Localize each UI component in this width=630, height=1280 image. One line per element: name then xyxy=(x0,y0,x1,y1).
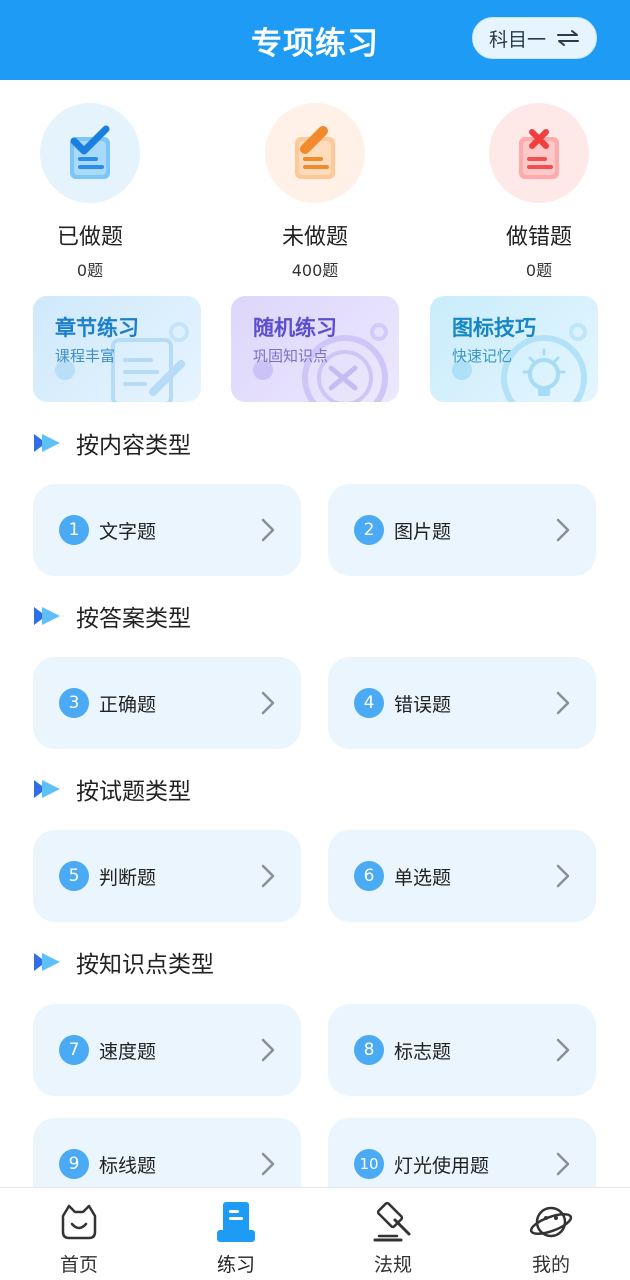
sign-tips-subtitle: 快速记忆 xyxy=(452,347,513,365)
random-practice-title: 随机练习 xyxy=(253,316,337,340)
item-text-questions[interactable]: 1 文字题 xyxy=(33,484,301,576)
section-play-icon xyxy=(34,780,60,798)
item-number-badge: 10 xyxy=(354,1149,384,1179)
random-practice-card[interactable]: 随机练习 巩固知识点 xyxy=(231,296,399,402)
section-question-type: 按试题类型 xyxy=(32,774,191,805)
nav-practice-label: 练习 xyxy=(216,1254,255,1276)
item-image-questions[interactable]: 2 图片题 xyxy=(328,484,596,576)
item-sign-questions[interactable]: 8 标志题 xyxy=(328,1004,596,1096)
done-icon xyxy=(40,103,140,203)
section-title: 按答案类型 xyxy=(76,606,191,632)
item-speed-questions[interactable]: 7 速度题 xyxy=(33,1004,301,1096)
undone-icon xyxy=(265,103,365,203)
nav-profile-label: 我的 xyxy=(531,1254,570,1276)
sign-tips-card[interactable]: 图标技巧 快速记忆 xyxy=(430,296,598,402)
item-label: 单选题 xyxy=(394,866,452,889)
section-knowledge-type: 按知识点类型 xyxy=(32,947,214,978)
chevron-right-icon xyxy=(261,518,275,542)
nav-home[interactable]: 首页 xyxy=(29,1200,129,1277)
item-number-badge: 9 xyxy=(59,1149,89,1179)
section-title: 按知识点类型 xyxy=(76,952,214,978)
item-number-badge: 6 xyxy=(354,861,384,891)
item-number-badge: 5 xyxy=(59,861,89,891)
random-practice-subtitle: 巩固知识点 xyxy=(253,347,329,365)
chevron-right-icon xyxy=(556,518,570,542)
section-play-icon xyxy=(34,434,60,452)
section-play-icon xyxy=(34,607,60,625)
chapter-practice-title: 章节练习 xyxy=(55,316,139,340)
stat-undone-count: 400题 xyxy=(291,261,339,280)
item-label: 文字题 xyxy=(99,520,157,543)
item-correct-questions[interactable]: 3 正确题 xyxy=(33,657,301,749)
item-number-badge: 8 xyxy=(354,1035,384,1065)
chevron-right-icon xyxy=(261,691,275,715)
item-label: 速度题 xyxy=(99,1040,157,1063)
chapter-practice-subtitle: 课程丰富 xyxy=(55,347,116,365)
stat-wrong-count: 0题 xyxy=(525,261,553,280)
chevron-right-icon xyxy=(261,1152,275,1176)
gavel-icon xyxy=(373,1201,411,1242)
item-label: 标志题 xyxy=(394,1040,452,1063)
sign-tips-title: 图标技巧 xyxy=(452,316,536,340)
section-content-type: 按内容类型 xyxy=(32,428,191,459)
nav-profile[interactable]: 我的 xyxy=(501,1200,601,1277)
section-answer-type: 按答案类型 xyxy=(32,601,191,632)
item-label: 判断题 xyxy=(99,866,157,889)
item-label: 标线题 xyxy=(99,1154,157,1177)
item-number-badge: 4 xyxy=(354,688,384,718)
nav-home-label: 首页 xyxy=(59,1254,98,1276)
item-label: 正确题 xyxy=(99,693,157,716)
top-bar: 专项练习 科目一 xyxy=(0,0,630,80)
item-number-badge: 7 xyxy=(59,1035,89,1065)
item-number-badge: 1 xyxy=(59,515,89,545)
subject-switch-button[interactable]: 科目一 xyxy=(472,17,597,59)
planet-icon xyxy=(529,1206,573,1238)
chapter-practice-card[interactable]: 章节练习 课程丰富 xyxy=(33,296,201,402)
stat-wrong[interactable]: 做错题 0题 xyxy=(439,103,630,281)
item-single-choice-questions[interactable]: 6 单选题 xyxy=(328,830,596,922)
nav-regulations-label: 法规 xyxy=(373,1254,412,1276)
item-number-badge: 3 xyxy=(59,688,89,718)
bottom-navigation: 首页 练习 法规 我的 xyxy=(0,1187,630,1280)
nav-practice[interactable]: 练习 xyxy=(186,1200,286,1277)
item-true-false-questions[interactable]: 5 判断题 xyxy=(33,830,301,922)
item-label: 图片题 xyxy=(394,520,452,543)
stat-done[interactable]: 已做题 0题 xyxy=(0,103,190,281)
stat-done-label: 已做题 xyxy=(56,225,123,250)
item-number-badge: 2 xyxy=(354,515,384,545)
stat-wrong-label: 做错题 xyxy=(505,225,572,250)
chevron-right-icon xyxy=(261,864,275,888)
subject-label: 科目一 xyxy=(488,28,546,51)
swap-icon xyxy=(557,30,579,46)
stat-undone-label: 未做题 xyxy=(281,225,348,250)
chevron-right-icon xyxy=(556,1152,570,1176)
section-title: 按试题类型 xyxy=(76,779,191,805)
chevron-right-icon xyxy=(556,864,570,888)
item-wrong-answer-questions[interactable]: 4 错误题 xyxy=(328,657,596,749)
nav-regulations[interactable]: 法规 xyxy=(343,1200,443,1277)
chevron-right-icon xyxy=(556,1038,570,1062)
home-face-icon xyxy=(61,1204,97,1240)
stat-done-count: 0题 xyxy=(76,261,104,280)
item-label: 错误题 xyxy=(394,693,452,716)
section-play-icon xyxy=(34,953,60,971)
chevron-right-icon xyxy=(261,1038,275,1062)
section-title: 按内容类型 xyxy=(76,433,191,459)
wrong-icon xyxy=(489,103,589,203)
chevron-right-icon xyxy=(556,691,570,715)
item-label: 灯光使用题 xyxy=(394,1154,490,1177)
stat-undone[interactable]: 未做题 400题 xyxy=(215,103,415,281)
practice-icon xyxy=(217,1202,255,1242)
